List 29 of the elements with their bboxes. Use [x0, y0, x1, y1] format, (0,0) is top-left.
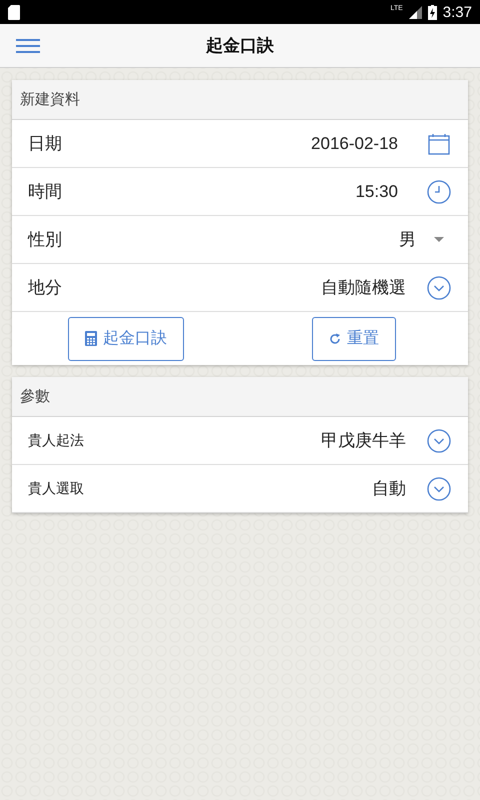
card-title: 參數 [20, 387, 50, 406]
field-value[interactable]: 自動 [372, 477, 406, 500]
field-value[interactable]: 15:30 [355, 182, 398, 202]
clock-icon[interactable] [427, 180, 451, 204]
chevron-down-icon[interactable] [427, 476, 451, 500]
signal-icon [408, 6, 422, 18]
chevron-down-icon[interactable] [427, 428, 451, 452]
calendar-icon[interactable] [428, 132, 450, 154]
field-label: 貴人選取 [28, 480, 84, 498]
field-label: 性別 [28, 229, 62, 251]
field-label: 貴人起法 [28, 432, 84, 450]
field-value[interactable]: 甲戊庚牛羊 [321, 429, 406, 452]
field-value[interactable]: 男 [399, 228, 416, 251]
chevron-down-icon[interactable] [427, 276, 451, 300]
card-title: 新建資料 [20, 90, 80, 109]
battery-charging-icon [428, 4, 437, 20]
app-title: 起金口訣 [206, 35, 274, 57]
sd-card-icon [8, 4, 20, 20]
field-label: 日期 [28, 133, 62, 155]
status-time: 3:37 [442, 4, 472, 20]
calculator-icon [85, 331, 97, 346]
field-label: 時間 [28, 181, 62, 203]
calculate-button[interactable]: 起金口訣 [68, 316, 184, 360]
reset-button[interactable]: 重置 [312, 316, 396, 360]
refresh-icon [329, 332, 341, 344]
field-value[interactable]: 2016-02-18 [311, 134, 398, 154]
field-label: 地分 [28, 277, 62, 299]
dropdown-caret-icon[interactable] [434, 236, 444, 242]
field-value[interactable]: 自動隨機選 [321, 276, 406, 299]
